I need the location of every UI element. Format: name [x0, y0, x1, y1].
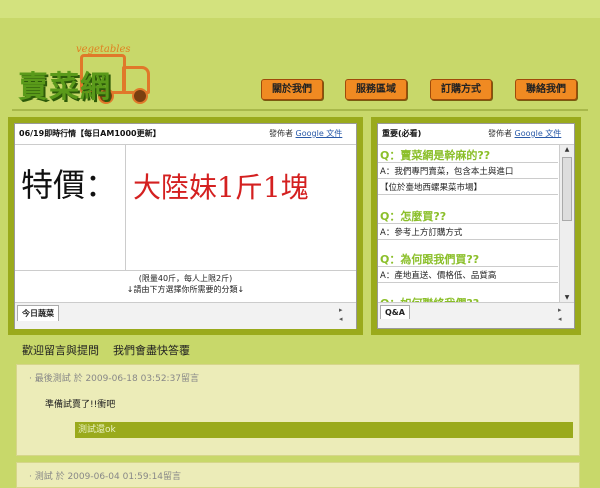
header-divider: [12, 109, 588, 111]
divider: [15, 270, 356, 271]
message-meta: ‧ 測試 於 2009-06-04 01:59:14留言: [29, 472, 182, 482]
scrollbar-thumb[interactable]: [562, 157, 572, 221]
divider: [378, 178, 558, 179]
wheel-icon: [132, 88, 148, 104]
special-price-label: 特價：: [21, 166, 118, 204]
guestbook-message: ‧ 測試 於 2009-06-04 01:59:14留言: [16, 462, 580, 488]
nav-service-area-button[interactable]: 服務區域: [345, 79, 407, 100]
google-docs-link[interactable]: Google 文件: [296, 129, 343, 138]
divider: [378, 266, 558, 267]
divider: [378, 194, 558, 195]
right-panel-frame: 重要(必看) 發佈者 Google 文件 Q：賣菜網是幹麻的?? A：我們專門賣…: [371, 117, 581, 335]
divider: [15, 144, 356, 145]
vertical-scrollbar[interactable]: ▲ ▼: [559, 145, 574, 302]
message-meta: ‧ 最後測試 於 2009-06-18 03:52:37留言: [29, 374, 200, 384]
scroll-up-icon[interactable]: ▲: [560, 146, 574, 153]
sheet-tab-today[interactable]: 今日蔬菜: [17, 305, 59, 321]
sheet-tab-qa[interactable]: Q&A: [380, 305, 410, 319]
right-panel-title: 重要(必看): [382, 129, 422, 138]
limit-note: (限量40斤，每人上限2斤): [138, 274, 233, 283]
scroll-down-icon[interactable]: ▼: [560, 294, 574, 301]
left-panel-frame: 06/19即時行情【每日AM1000更新】 發佈者 Google 文件 特價： …: [8, 117, 363, 335]
guestbook-heading: 歡迎留言與提問 我們會盡快答覆: [22, 344, 190, 357]
faq-answer: A：產地直送、價格低、品質高: [380, 271, 497, 281]
site-logo[interactable]: vegetables 賣菜網: [14, 40, 164, 110]
faq-question: Q：為何跟我們買??: [380, 253, 480, 266]
divider: [378, 239, 558, 240]
left-panel-publisher: 發佈者 Google 文件: [269, 128, 342, 139]
guestbook-message: ‧ 最後測試 於 2009-06-18 03:52:37留言 準備試賣了!!衝吧…: [16, 364, 580, 456]
logo-text: 賣菜網: [18, 70, 111, 105]
faq-question: Q：怎麼買??: [380, 210, 447, 223]
right-panel: 重要(必看) 發佈者 Google 文件 Q：賣菜網是幹麻的?? A：我們專門賣…: [377, 123, 575, 329]
divider: [378, 144, 574, 145]
publisher-label: 發佈者: [269, 129, 293, 138]
message-body: 準備試賣了!!衝吧: [45, 400, 116, 410]
right-panel-publisher: 發佈者 Google 文件: [488, 128, 561, 139]
sheet-tab-bar: 今日蔬菜 ▸ ◂: [15, 302, 356, 329]
nav-contact-button[interactable]: 聯絡我們: [515, 79, 577, 100]
divider: [125, 145, 126, 270]
nav-about-button[interactable]: 關於我們: [261, 79, 323, 100]
nav-order-method-button[interactable]: 訂購方式: [430, 79, 492, 100]
faq-question: Q：賣菜網是幹麻的??: [380, 149, 491, 162]
divider: [378, 282, 558, 283]
left-panel: 06/19即時行情【每日AM1000更新】 發佈者 Google 文件 特價： …: [14, 123, 357, 329]
divider: [378, 162, 558, 163]
left-panel-title: 06/19即時行情【每日AM1000更新】: [19, 129, 161, 138]
faq-answer: A：我們專門賣菜，包含本土與進口: [380, 167, 514, 177]
special-price-item: 大陸妹1斤1塊: [133, 171, 309, 204]
message-reply: 測試還ok: [75, 422, 573, 438]
faq-answer: A：參考上方訂購方式: [380, 228, 463, 238]
google-docs-link[interactable]: Google 文件: [515, 129, 562, 138]
tab-scroll-arrows-icon[interactable]: ▸ ◂: [558, 306, 562, 324]
category-note: ↓請由下方選擇你所需要的分類↓: [126, 285, 245, 294]
faq-answer: 【位於臺地西螺果菜市場】: [380, 183, 483, 193]
publisher-label: 發佈者: [488, 129, 512, 138]
top-band: [0, 0, 600, 18]
tab-scroll-arrows-icon[interactable]: ▸ ◂: [339, 306, 343, 324]
sheet-tab-bar: Q&A ▸ ◂: [378, 302, 574, 328]
divider: [378, 223, 558, 224]
